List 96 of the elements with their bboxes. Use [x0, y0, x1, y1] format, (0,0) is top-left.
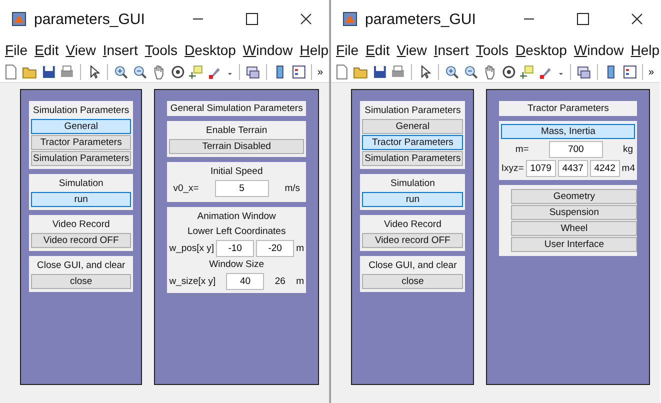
input-field[interactable]: -10 — [216, 240, 254, 257]
push-button[interactable]: User Interface — [511, 237, 637, 252]
push-button[interactable]: General — [31, 119, 132, 134]
legend-icon[interactable] — [622, 64, 638, 80]
data-cursor-icon[interactable] — [188, 64, 204, 80]
rotate-icon[interactable] — [500, 64, 516, 80]
group-heading: Close GUI, and clear — [368, 259, 458, 273]
push-button[interactable]: Simulation Parameters — [362, 151, 464, 166]
app-icon — [343, 12, 357, 26]
push-button[interactable]: close — [362, 274, 464, 289]
input-field[interactable]: 40 — [226, 273, 264, 290]
unit-label: m — [296, 243, 304, 254]
field-label: m= — [515, 144, 529, 155]
new-file-icon[interactable] — [334, 64, 350, 80]
push-button[interactable]: run — [362, 192, 464, 207]
push-button[interactable]: Video record OFF — [362, 233, 464, 248]
menu-item[interactable]: Window — [574, 42, 624, 58]
push-button[interactable]: run — [31, 192, 132, 207]
maximize-icon[interactable] — [577, 13, 589, 25]
unit-label: m4 — [622, 163, 635, 174]
value-text: 26 — [274, 276, 286, 287]
input-field[interactable]: 5 — [214, 180, 269, 197]
save-icon[interactable] — [372, 64, 388, 80]
group-heading: Enable Terrain — [205, 124, 268, 138]
input-field[interactable]: -20 — [256, 240, 294, 257]
menu-item[interactable]: Edit — [34, 42, 59, 58]
save-icon[interactable] — [40, 64, 56, 80]
zoom-in-icon[interactable] — [113, 64, 129, 80]
menu-item[interactable]: Insert — [102, 42, 138, 58]
zoom-out-icon[interactable] — [462, 64, 479, 80]
unit-label: kg — [622, 144, 633, 155]
group-heading: Close GUI, and clear — [36, 259, 126, 273]
new-file-icon[interactable] — [3, 64, 19, 80]
group-heading: Video Record — [51, 218, 111, 232]
group-heading: Video Record — [382, 218, 442, 232]
rotate-icon[interactable] — [170, 64, 186, 80]
panel-title: Tractor Parameters — [499, 101, 637, 116]
close-icon[interactable] — [631, 13, 643, 25]
panel-title: General Simulation Parameters — [167, 101, 306, 116]
zoom-out-icon[interactable] — [132, 64, 148, 80]
push-button[interactable]: Terrain Disabled — [169, 139, 304, 154]
group-heading: Simulation — [390, 177, 436, 191]
field-label: w_pos[x y] — [169, 243, 214, 254]
push-button[interactable]: Wheel — [511, 221, 637, 236]
menu-item[interactable]: Help — [630, 42, 660, 58]
push-button[interactable]: Video record OFF — [31, 233, 132, 248]
subheading: Window Size — [208, 258, 266, 272]
window-title: parameters_GUI — [34, 10, 146, 28]
maximize-icon[interactable] — [246, 13, 258, 25]
menu-item[interactable]: View — [396, 42, 427, 58]
menu-item[interactable]: Tools — [144, 42, 178, 58]
push-button[interactable]: Geometry — [511, 189, 637, 204]
push-button[interactable]: Simulation Parameters — [31, 151, 132, 166]
group-heading: Simulation Parameters — [364, 104, 462, 118]
push-button[interactable]: Tractor Parameters — [31, 135, 132, 150]
input-field[interactable]: 1079 — [526, 160, 556, 177]
menu-item[interactable]: Tools — [476, 42, 509, 58]
group-heading: Initial Speed — [209, 165, 264, 179]
push-button[interactable]: General — [362, 119, 464, 134]
unit-label: m — [296, 276, 304, 287]
input-field[interactable]: 4242 — [590, 160, 620, 177]
group-heading: Simulation Parameters — [32, 104, 130, 118]
push-button[interactable]: Tractor Parameters — [362, 135, 464, 150]
app-icon — [12, 12, 26, 26]
subheading: Lower Left Coordinates — [186, 225, 287, 239]
menu-item[interactable]: Window — [242, 42, 293, 58]
window-title: parameters_GUI — [365, 10, 477, 28]
field-label: w_size[x y] — [169, 276, 216, 287]
toolbar-overflow[interactable]: » — [317, 66, 323, 78]
close-icon[interactable] — [300, 13, 312, 25]
link-plot-icon[interactable] — [244, 64, 261, 80]
menu-item[interactable]: Edit — [366, 42, 390, 58]
group-heading: Animation Window — [196, 210, 277, 224]
input-field[interactable]: 700 — [548, 141, 603, 158]
unit-label: m/s — [284, 183, 300, 194]
menu-item[interactable]: View — [66, 42, 96, 58]
push-button[interactable]: Mass, Inertia — [501, 124, 635, 139]
link-plot-icon[interactable] — [576, 64, 592, 80]
menu-item[interactable]: File — [5, 42, 28, 58]
toolbar-overflow[interactable]: » — [648, 66, 654, 78]
legend-icon[interactable] — [290, 64, 306, 80]
input-field[interactable]: 4437 — [558, 160, 588, 177]
group-heading: Simulation — [58, 177, 104, 191]
menu-item[interactable]: Desktop — [516, 42, 567, 58]
menu-item[interactable]: Desktop — [184, 42, 236, 58]
data-cursor-icon[interactable] — [519, 64, 536, 80]
menu-item[interactable]: Help — [300, 42, 329, 58]
zoom-in-icon[interactable] — [444, 64, 460, 80]
menu-item[interactable]: File — [336, 42, 359, 58]
field-label: Ixyz= — [501, 163, 524, 174]
printer-icon[interactable] — [59, 64, 76, 80]
push-button[interactable]: Suspension — [511, 205, 637, 220]
menu-item[interactable]: Insert — [434, 42, 469, 58]
field-label: v0_x= — [173, 183, 199, 194]
printer-icon[interactable] — [390, 64, 406, 80]
push-button[interactable]: close — [31, 274, 132, 289]
